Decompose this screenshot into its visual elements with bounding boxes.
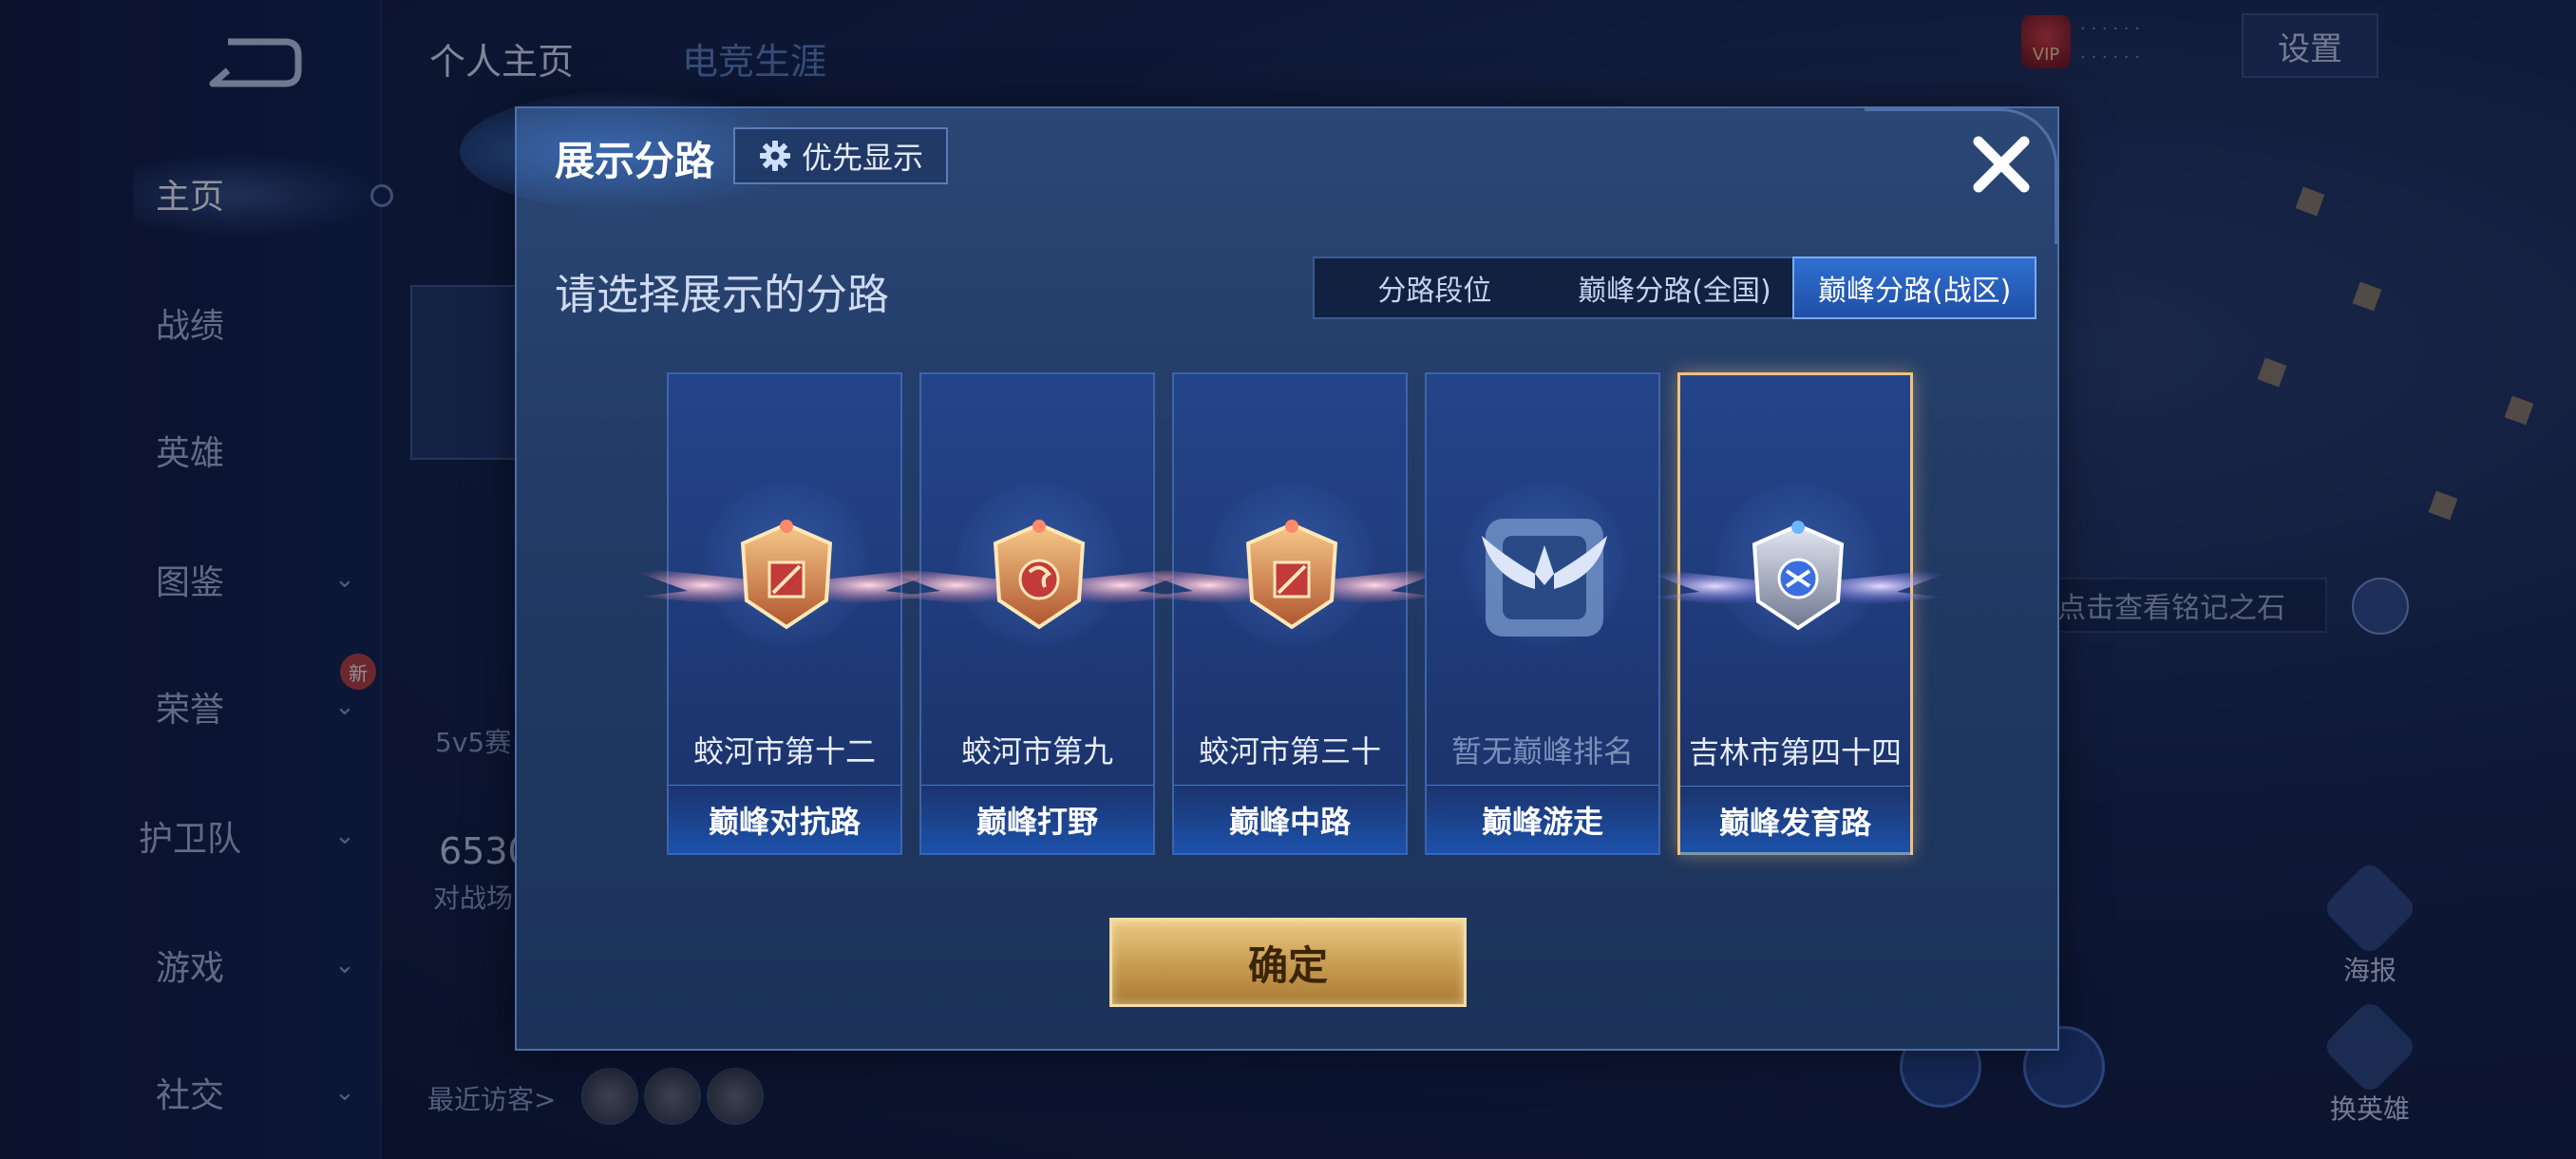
close-button[interactable] <box>1959 122 2044 207</box>
dialog-subtitle: 请选择展示的分路 <box>555 271 889 319</box>
rank-text: 吉林市第四十四 <box>1688 734 1902 770</box>
confirm-button[interactable]: 确定 <box>1109 918 1467 1007</box>
gear-icon <box>759 141 790 171</box>
peak-badge-icon <box>1633 521 1963 631</box>
rank-text: 暂无巅峰排名 <box>1450 733 1634 770</box>
tab-lane-tier[interactable]: 分路段位 <box>1315 258 1555 317</box>
lane-label: 巅峰中路 <box>1174 785 1406 854</box>
lane-label: 巅峰对抗路 <box>669 785 900 854</box>
priority-display-label: 优先显示 <box>801 140 923 176</box>
lane-label: 巅峰游走 <box>1427 785 1658 854</box>
tab-peak-lane-national[interactable]: 巅峰分路(全国) <box>1555 258 1795 317</box>
dialog-title: 展示分路 <box>555 138 715 184</box>
rank-text: 蛟河市第三十 <box>1198 733 1381 770</box>
tab-peak-lane-region[interactable]: 巅峰分路(战区) <box>1792 256 2037 319</box>
lane-display-dialog: 展示分路 优先显示 请选择展示的分路 分路段位 巅峰分路(全国) 巅峰分路(战区… <box>460 89 2059 1051</box>
lane-type-tabs: 分路段位 巅峰分路(全国) 巅峰分路(战区) <box>1313 256 2037 319</box>
rank-text: 蛟河市第九 <box>960 733 1113 770</box>
lane-label: 巅峰打野 <box>921 785 1153 854</box>
close-icon <box>1973 136 2030 193</box>
priority-display-button[interactable]: 优先显示 <box>733 127 948 184</box>
lane-card-bot[interactable]: 吉林市第四十四 巅峰发育路 <box>1633 372 1963 855</box>
rank-text: 蛟河市第十二 <box>692 733 876 770</box>
lane-label: 巅峰发育路 <box>1680 786 1910 855</box>
